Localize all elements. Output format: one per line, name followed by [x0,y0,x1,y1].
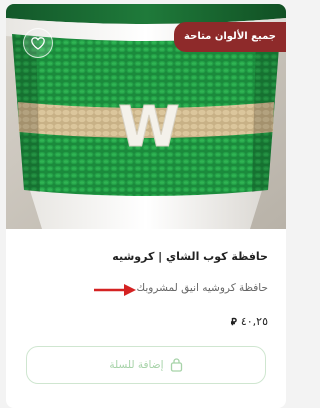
colors-available-badge: جميع الألوان متاحة [174,22,286,52]
riyal-symbol-icon: ⃁ [230,317,237,328]
product-card[interactable]: W جميع الألوان متاحة حافظة كوب الشاي | ك… [6,4,286,408]
price-row: ٤٠,٢٥ ⃁ [231,315,268,328]
product-price: ٤٠,٢٥ [240,315,268,328]
add-to-cart-button[interactable]: إضافة للسلة [26,346,266,384]
product-title[interactable]: حافظة كوب الشاي | كروشيه [112,250,268,263]
favorite-button[interactable] [23,28,53,58]
product-image[interactable]: W جميع الألوان متاحة [6,4,286,229]
heart-icon [31,36,45,50]
add-to-cart-label: إضافة للسلة [109,359,164,371]
product-description: حافظة كروشيه انيق لمشروبك [136,282,268,294]
shopping-bag-icon [170,358,182,372]
red-arrow-icon [94,284,136,296]
sleeve-letter: W [118,95,180,160]
